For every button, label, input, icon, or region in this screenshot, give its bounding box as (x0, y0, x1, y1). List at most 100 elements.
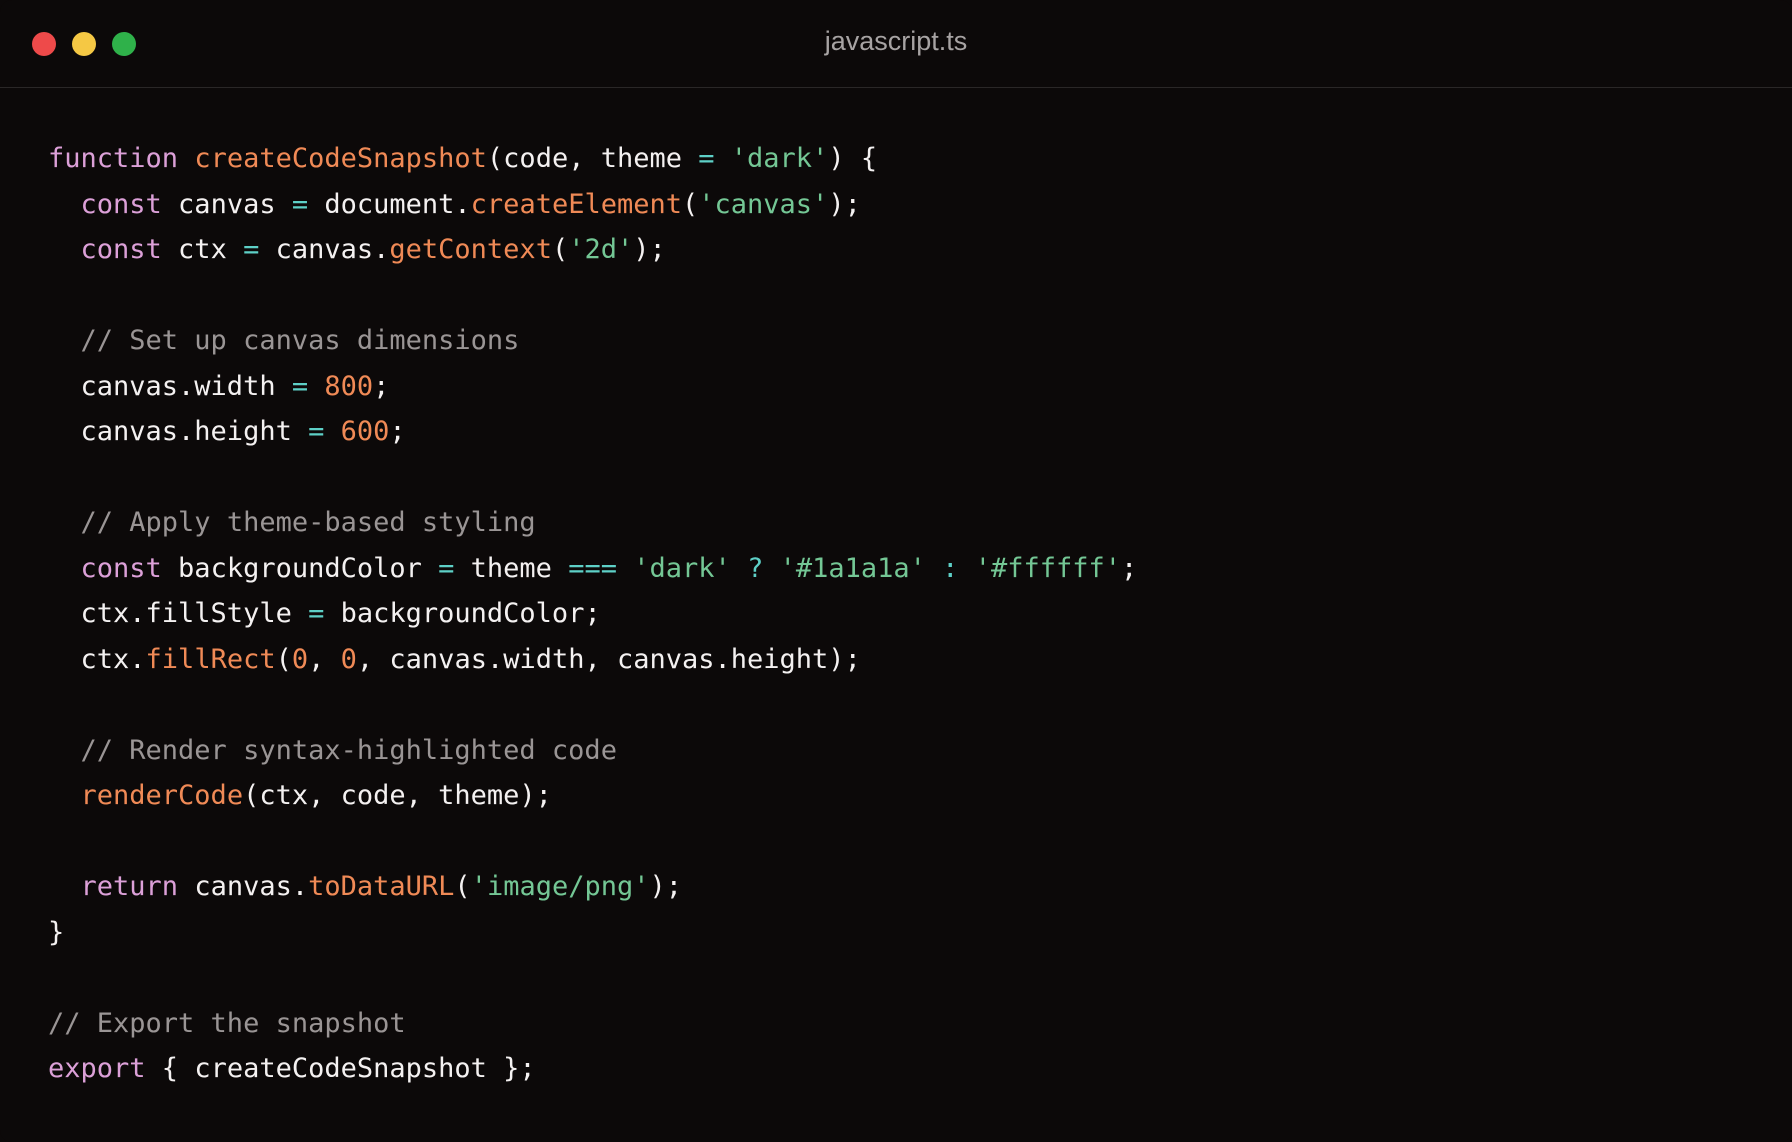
code-line: canvas.width = 800; (48, 364, 1137, 410)
operator-token: = (291, 370, 309, 402)
code-line: return canvas.toDataURL('image/png'); (48, 864, 1137, 910)
identifier-token: ctx.fillStyle (48, 598, 309, 629)
title-bar: javascript.ts (0, 0, 1792, 88)
identifier-token (308, 371, 324, 402)
code-line: // Export the snapshot (48, 1001, 1137, 1047)
identifier-token: ( (551, 234, 569, 265)
string-token: 'dark' (633, 552, 731, 584)
comment-token: // Export the snapshot (48, 1007, 406, 1039)
identifier-token: } (48, 916, 65, 948)
keyword-token: const (80, 188, 162, 220)
function-token: getContext (389, 234, 552, 265)
identifier-token: ; (389, 416, 406, 447)
keyword-token: return (80, 871, 179, 902)
identifier-token: (ctx, code, theme); (243, 780, 552, 811)
identifier-token (324, 416, 340, 447)
identifier-token: canvas. (178, 871, 309, 902)
identifier-token (48, 325, 81, 356)
code-line: const canvas = document.createElement('c… (48, 182, 1137, 228)
identifier-token: canvas.height (48, 416, 309, 447)
operator-token: = (243, 234, 260, 265)
code-line: // Apply theme-based styling (48, 500, 1137, 546)
comment-token: // Set up canvas dimensions (80, 325, 520, 356)
code-line: canvas.height = 600; (48, 409, 1137, 455)
operator-token: = (438, 552, 455, 584)
identifier-token: ( (454, 871, 471, 902)
operator-token: : (942, 552, 959, 584)
string-token: '#ffffff' (974, 552, 1122, 584)
identifier-token: backgroundColor (161, 552, 439, 584)
identifier-token (48, 189, 81, 220)
code-line: export { createCodeSnapshot }; (48, 1046, 1137, 1092)
operator-token: ? (747, 552, 764, 584)
identifier-token (48, 871, 81, 902)
number-token: 800 (324, 370, 374, 402)
code-line: } (48, 910, 1137, 956)
string-token: '#1a1a1a' (779, 552, 926, 584)
function-token: createElement (470, 188, 682, 220)
identifier-token: canvas. (259, 234, 390, 265)
window-title: javascript.ts (824, 26, 968, 56)
identifier-token: canvas.width (48, 370, 292, 402)
function-token: toDataURL (308, 871, 455, 902)
identifier-token: ) { (828, 143, 878, 174)
operator-token: = (698, 143, 715, 174)
identifier-token (617, 553, 633, 584)
code-block: function createCodeSnapshot(code, theme … (48, 136, 1137, 1092)
code-line: // Render syntax-highlighted code (48, 728, 1137, 774)
identifier-token: canvas (161, 188, 292, 220)
code-line: const backgroundColor = theme === 'dark'… (48, 546, 1138, 592)
string-token: 'canvas' (698, 188, 829, 220)
code-line: function createCodeSnapshot(code, theme … (48, 136, 1137, 182)
identifier-token: theme (454, 552, 569, 584)
identifier-token (763, 553, 779, 584)
identifier-token: ); (828, 188, 861, 220)
number-token: 0 (291, 643, 309, 675)
operator-token: === (568, 552, 617, 584)
code-line: // Set up canvas dimensions (48, 318, 1137, 364)
number-token: 0 (340, 643, 357, 675)
string-token: 'image/png' (470, 871, 650, 902)
code-window: javascript.ts function createCodeSnapsho… (0, 0, 1792, 1142)
keyword-token: const (80, 234, 162, 265)
identifier-token (958, 553, 974, 584)
comment-token: // Apply theme-based styling (80, 507, 536, 538)
code-line: ctx.fillStyle = backgroundColor; (48, 591, 1137, 637)
identifier-token: ; (373, 370, 390, 402)
identifier-token (48, 553, 81, 584)
comment-token: // Render syntax-highlighted code (80, 734, 617, 766)
keyword-token: const (80, 552, 162, 584)
identifier-token: , (308, 643, 341, 675)
code-line: renderCode(ctx, code, theme); (48, 773, 1137, 819)
identifier-token: backgroundColor; (324, 598, 601, 629)
keyword-token: export (48, 1053, 146, 1084)
identifier-token: { createCodeSnapshot }; (145, 1053, 536, 1084)
keyword-token: function (48, 143, 179, 174)
identifier-token (48, 735, 81, 766)
string-token: 'dark' (730, 143, 829, 174)
identifier-token: , canvas.width, canvas.height); (356, 643, 861, 675)
identifier-token: (code, theme (486, 143, 699, 174)
identifier-token (715, 143, 731, 174)
identifier-token: ctx (161, 234, 244, 265)
identifier-token: document. (308, 188, 471, 220)
identifier-token (731, 553, 747, 584)
operator-token: = (308, 416, 325, 447)
operator-token: = (291, 188, 309, 220)
identifier-token (48, 780, 81, 811)
identifier-token (178, 143, 194, 174)
identifier-token (48, 234, 81, 265)
operator-token: = (308, 598, 325, 629)
identifier-token: ; (1121, 552, 1138, 584)
code-line: ctx.fillRect(0, 0, canvas.width, canvas.… (48, 637, 1137, 683)
identifier-token: ); (633, 234, 666, 265)
function-token: createCodeSnapshot (194, 143, 487, 174)
function-token: renderCode (80, 780, 244, 811)
number-token: 600 (340, 416, 390, 447)
identifier-token: ctx. (48, 643, 146, 675)
